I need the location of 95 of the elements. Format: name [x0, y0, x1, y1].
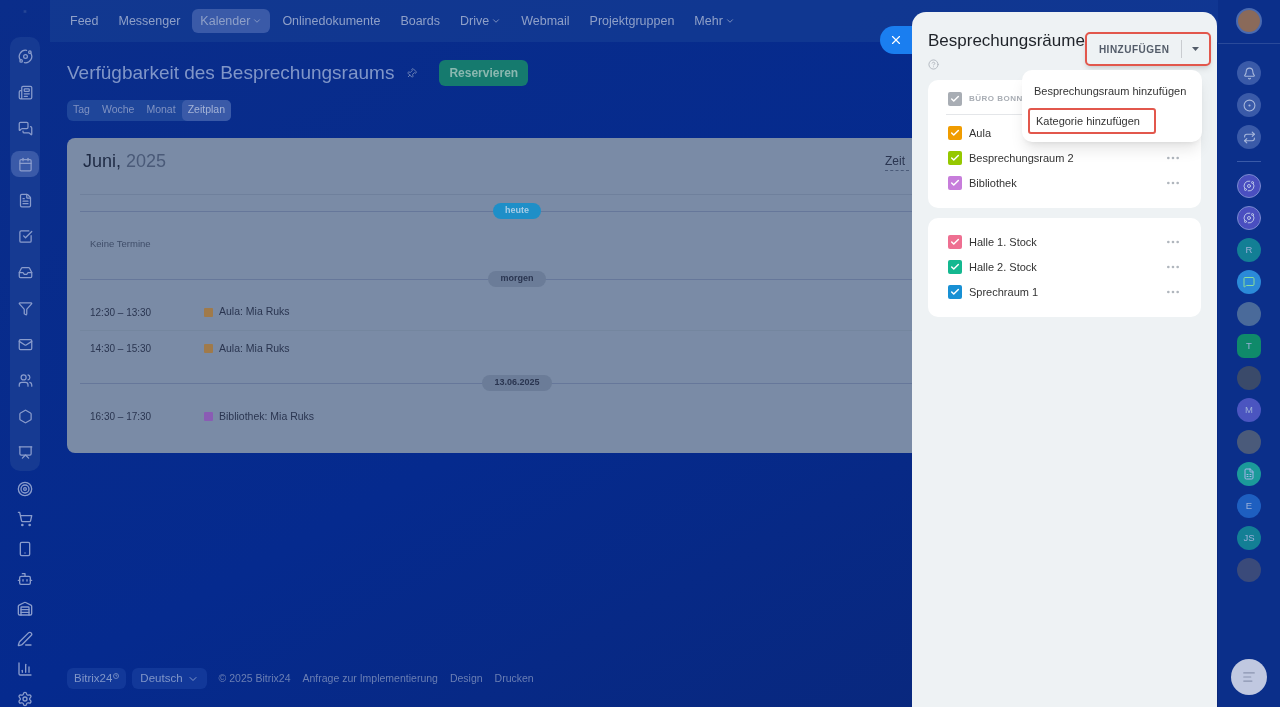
- checkbox[interactable]: [948, 91, 962, 106]
- room-name[interactable]: Halle 2. Stock: [969, 258, 1037, 276]
- notification-icon[interactable]: [1237, 61, 1261, 85]
- task-icon[interactable]: [17, 228, 33, 244]
- view-tab[interactable]: Woche: [95, 99, 141, 121]
- contact-avatar[interactable]: T: [1237, 334, 1261, 358]
- nav-item[interactable]: Feed: [62, 9, 107, 33]
- brand-badge[interactable]: Bitrix24: [67, 668, 127, 689]
- check-icon: [950, 237, 960, 247]
- funnel-icon[interactable]: [17, 300, 33, 316]
- view-tab[interactable]: Zeitplan: [181, 99, 231, 121]
- close-icon: [889, 33, 903, 47]
- menu-item[interactable]: Kategorie hinzufügen: [1028, 108, 1156, 134]
- nav-item[interactable]: Webmail: [513, 9, 578, 33]
- newspaper-icon[interactable]: [17, 84, 33, 100]
- chat-avatar[interactable]: [1237, 270, 1261, 294]
- user-avatar[interactable]: [1236, 8, 1262, 34]
- category-label: BÜRO BONN: [969, 92, 1023, 105]
- contact-avatar[interactable]: M: [1237, 398, 1261, 422]
- contact-avatar[interactable]: JS: [1237, 526, 1261, 550]
- checkbox[interactable]: [948, 235, 962, 249]
- event-time: 14:30 – 15:30: [90, 342, 153, 356]
- contact-avatar[interactable]: E: [1237, 494, 1261, 518]
- checkbox[interactable]: [948, 176, 962, 190]
- chart-icon[interactable]: [17, 661, 33, 677]
- date-badge: 13.06.2025: [482, 374, 552, 391]
- event-time: 12:30 – 13:30: [90, 305, 153, 320]
- view-tab[interactable]: Tag: [67, 99, 96, 121]
- month-label: Juni,: [83, 151, 122, 171]
- check-icon: [950, 93, 960, 104]
- document-icon[interactable]: [17, 192, 33, 208]
- menu-button[interactable]: [1231, 659, 1267, 695]
- menu-item[interactable]: Besprechungsraum hinzufügen: [1028, 78, 1193, 104]
- check-icon: [950, 178, 960, 188]
- target-icon[interactable]: [17, 481, 33, 497]
- checkbox[interactable]: [948, 285, 962, 299]
- event-title[interactable]: Aula: Mia Ruks: [219, 304, 290, 320]
- swap-icon[interactable]: [1237, 125, 1261, 149]
- checkbox[interactable]: [948, 260, 962, 274]
- cart-icon[interactable]: [17, 511, 33, 527]
- list-icon: [1242, 670, 1256, 684]
- add-button-group[interactable]: HINZUFÜGEN: [1084, 32, 1212, 66]
- nav-item[interactable]: Projektgruppen: [581, 9, 683, 33]
- settings-icon[interactable]: [17, 691, 33, 707]
- avatar-placeholder[interactable]: [1237, 302, 1261, 326]
- nav-item[interactable]: Messenger: [110, 9, 189, 33]
- event-time: 16:30 – 17:30: [90, 410, 153, 424]
- nav-item[interactable]: Boards: [392, 9, 448, 33]
- contact-avatar[interactable]: R: [1237, 238, 1261, 262]
- event-title[interactable]: Aula: Mia Ruks: [219, 340, 290, 357]
- presentation-icon[interactable]: [17, 444, 33, 460]
- page-title: Verfügbarkeit des Besprechungsraums: [67, 61, 395, 85]
- close-button[interactable]: [880, 26, 912, 54]
- robot-icon[interactable]: [17, 571, 33, 587]
- date-badge: heute: [493, 202, 541, 219]
- room-name[interactable]: Halle 1. Stock: [969, 233, 1037, 251]
- check-icon: [950, 153, 960, 163]
- nav-item[interactable]: Kalender: [192, 9, 271, 33]
- phone-icon[interactable]: [17, 541, 33, 557]
- language-selector[interactable]: Deutsch: [132, 668, 207, 689]
- nav-item[interactable]: Onlinedokumente: [274, 9, 389, 33]
- room-name[interactable]: Sprechraum 1: [969, 283, 1039, 301]
- nav-item[interactable]: Mehr: [686, 9, 743, 33]
- document-avatar[interactable]: [1237, 462, 1261, 486]
- room-name[interactable]: Bibliothek: [969, 174, 1017, 192]
- chevron-icon: [491, 16, 502, 26]
- footer-link[interactable]: Design: [449, 670, 483, 687]
- footer-link[interactable]: Drucken: [494, 670, 534, 687]
- event-title[interactable]: Bibliothek: Mia Ruks: [219, 408, 315, 425]
- panel-title: Besprechungsräume: [928, 30, 1085, 52]
- caret-icon[interactable]: [1192, 47, 1200, 51]
- hexagon-icon[interactable]: [17, 408, 33, 424]
- room-name[interactable]: Besprechungsraum 2: [969, 149, 1074, 167]
- pen-icon[interactable]: [17, 631, 33, 647]
- chevron-icon: [724, 16, 735, 26]
- chat-icon[interactable]: [17, 120, 33, 136]
- calendar-icon[interactable]: [17, 156, 33, 172]
- clock-icon: [113, 672, 120, 679]
- people-icon[interactable]: [17, 372, 33, 388]
- chevron-icon: [252, 16, 263, 26]
- check-icon: [950, 128, 960, 138]
- view-tab[interactable]: Monat: [140, 99, 182, 121]
- view-link[interactable]: Zeit: [885, 152, 909, 171]
- checkbox[interactable]: [948, 151, 962, 165]
- nav-item[interactable]: Drive: [452, 9, 510, 33]
- footer-link[interactable]: Anfrage zur Implementierung: [302, 670, 438, 687]
- date-badge: morgen: [488, 270, 546, 287]
- check-icon: [950, 262, 960, 272]
- checkbox[interactable]: [948, 126, 962, 140]
- inbox-icon[interactable]: [17, 264, 33, 280]
- room-name[interactable]: Aula: [969, 124, 992, 142]
- check-icon: [950, 287, 960, 297]
- warehouse-icon[interactable]: [17, 601, 33, 617]
- reserve-button[interactable]: Reservieren: [439, 60, 529, 87]
- mail-icon[interactable]: [17, 336, 33, 352]
